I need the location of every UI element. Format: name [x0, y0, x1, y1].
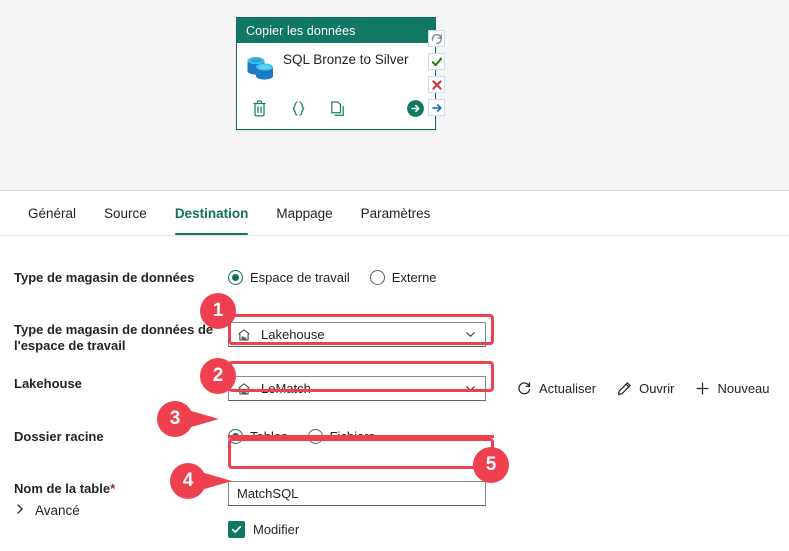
plus-icon [694, 381, 710, 397]
refresh-button[interactable]: Actualiser [516, 381, 596, 397]
row-workspace-store-type: Type de magasin de données de l'espace d… [0, 322, 789, 354]
delete-icon[interactable] [251, 99, 268, 118]
activity-card-header: Copier les données [237, 18, 435, 43]
workspace-store-type-label: Type de magasin de données de l'espace d… [14, 322, 214, 353]
advanced-section-toggle[interactable]: Avancé [14, 503, 80, 518]
destination-form: Type de magasin de données Espace de tra… [0, 236, 789, 551]
chevron-down-icon[interactable] [465, 383, 478, 394]
tab-parametres[interactable]: Paramètres [347, 191, 445, 235]
root-folder-tables-radio[interactable]: Tables [228, 429, 288, 444]
refresh-icon [516, 381, 532, 397]
table-name-label-text: Nom de la table [14, 481, 111, 496]
pencil-icon [616, 381, 632, 397]
duplicate-icon[interactable] [329, 99, 346, 118]
tab-destination[interactable]: Destination [161, 191, 263, 235]
radio-indicator [307, 429, 323, 444]
database-icon [245, 51, 279, 85]
refresh-label: Actualiser [539, 381, 597, 396]
row-root-folder: Dossier racine Tables Fichiers [0, 429, 789, 459]
root-folder-files-label: Fichiers [329, 429, 376, 444]
annotation-badge-2: 2 [200, 358, 236, 394]
row-edit-checkbox: Modifier [0, 521, 789, 551]
annotation-badge-5: 5 [473, 447, 509, 483]
activity-card-body: SQL Bronze to Silver [237, 43, 435, 91]
root-folder-files-radio[interactable]: Fichiers [307, 429, 376, 444]
store-type-workspace-radio[interactable]: Espace de travail [228, 270, 350, 285]
row-store-type: Type de magasin de données Espace de tra… [0, 270, 789, 300]
new-button[interactable]: Nouveau [694, 381, 770, 397]
workspace-store-type-value: Lakehouse [261, 327, 325, 342]
annotation-badge-3: 3 [157, 401, 219, 437]
activity-card-copy-data[interactable]: Copier les données SQL Bronze to Silver [236, 17, 436, 130]
chevron-right-icon [14, 503, 26, 518]
activity-status-rail [428, 30, 445, 116]
lakehouse-icon [237, 382, 253, 396]
radio-indicator [228, 270, 243, 285]
advanced-label: Avancé [35, 503, 80, 518]
edit-checkbox[interactable]: Modifier [228, 521, 299, 538]
retry-icon[interactable] [428, 30, 445, 47]
activity-card-actions [237, 91, 435, 125]
annotation-badge-1: 1 [200, 293, 236, 329]
tab-general[interactable]: Général [14, 191, 90, 235]
lakehouse-label: Lakehouse [14, 376, 82, 391]
pin-circle: 3 [157, 401, 193, 437]
edit-checkbox-label: Modifier [253, 522, 300, 537]
row-lakehouse: Lakehouse LeMatch Actualiser Ouvrir Nouv… [0, 376, 789, 406]
required-marker: * [110, 481, 116, 496]
lakehouse-actions: Actualiser Ouvrir Nouveau [516, 381, 770, 397]
activity-card-title: SQL Bronze to Silver [283, 52, 409, 67]
root-folder-tables-label: Tables [250, 429, 288, 444]
workspace-store-type-dropdown[interactable]: Lakehouse [228, 322, 486, 347]
open-button[interactable]: Ouvrir [616, 381, 674, 397]
pin-circle: 4 [170, 463, 206, 499]
row-table-name: Nom de la table* MatchSQL [0, 481, 789, 511]
store-type-workspace-label: Espace de travail [250, 270, 350, 285]
annotation-badge-4: 4 [170, 463, 232, 499]
lakehouse-icon [237, 328, 253, 342]
open-label: Ouvrir [639, 381, 675, 396]
store-type-radio-group: Espace de travail Externe [228, 270, 437, 285]
new-label: Nouveau [717, 381, 770, 396]
store-type-external-radio[interactable]: Externe [369, 270, 437, 285]
run-arrow-icon[interactable] [406, 99, 424, 118]
store-type-external-label: Externe [391, 270, 437, 285]
success-check-icon[interactable] [428, 53, 445, 70]
code-braces-icon[interactable] [290, 99, 307, 118]
table-name-input[interactable]: MatchSQL [228, 481, 486, 506]
settings-tabs: Général Source Destination Mappage Param… [0, 191, 789, 236]
pipeline-canvas[interactable]: Copier les données SQL Bronze to Silver [0, 0, 789, 191]
chevron-down-icon[interactable] [465, 329, 478, 340]
radio-indicator [228, 429, 243, 444]
lakehouse-value: LeMatch [261, 381, 311, 396]
failure-cross-icon[interactable] [428, 76, 445, 93]
checkbox-indicator [228, 521, 245, 538]
store-type-label: Type de magasin de données [14, 270, 195, 285]
lakehouse-dropdown[interactable]: LeMatch [228, 376, 486, 401]
completion-arrow-icon[interactable] [428, 99, 445, 116]
radio-indicator [369, 270, 385, 285]
root-folder-radio-group: Tables Fichiers [228, 429, 375, 444]
tab-mappage[interactable]: Mappage [262, 191, 346, 235]
tab-source[interactable]: Source [90, 191, 161, 235]
activity-card-header-title: Copier les données [246, 23, 356, 38]
